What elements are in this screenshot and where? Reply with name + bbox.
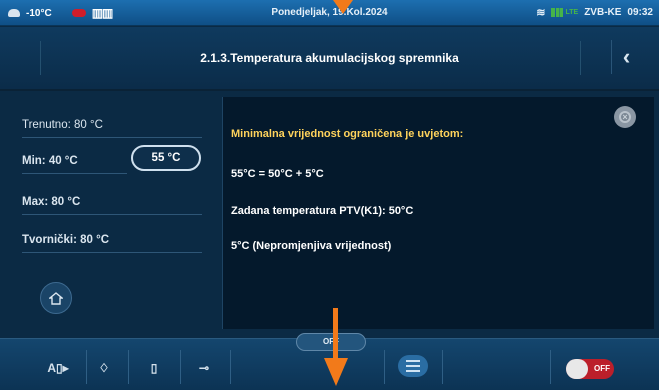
wifi-icon: ≋: [536, 7, 546, 19]
min-temperature: Min: 40 °C: [22, 155, 127, 174]
bottom-divider: [86, 350, 87, 384]
power-toggle[interactable]: OFF: [566, 359, 614, 379]
info-panel: × Minimalna vrijednost ograničena je uvj…: [222, 97, 654, 329]
current-temperature: Trenutno: 80 °C: [22, 119, 202, 138]
down-arrow-head: [324, 358, 348, 386]
menu-icon-line: [406, 370, 420, 372]
boiler-button[interactable]: ▯: [146, 350, 162, 386]
auto-mode-icon: A▯▸: [47, 361, 69, 375]
toggle-knob: [566, 359, 588, 379]
pump-button[interactable]: ⊸: [194, 350, 214, 386]
bottom-divider: [180, 350, 181, 384]
bottom-divider: [442, 350, 443, 384]
info-set-temperature: Zadana temperatura PTV(K1): 50°C: [231, 205, 414, 217]
flame-icon: ♢: [98, 361, 110, 375]
menu-icon: [406, 360, 420, 362]
toggle-label: OFF: [594, 364, 610, 373]
chevron-left-icon: ‹: [622, 44, 631, 69]
info-fixed-value: 5°C (Nepromjenjiva vrijednost): [231, 240, 392, 252]
bottom-divider: [230, 350, 231, 384]
auto-mode-button[interactable]: A▯▸: [40, 350, 76, 386]
bottom-divider: [128, 350, 129, 384]
lte-label: LTE: [565, 9, 579, 16]
menu-icon-line: [406, 365, 420, 367]
title-bar: 2.1.3.Temperatura akumulacijskog spremni…: [0, 27, 659, 91]
temperature-value-button[interactable]: 55 °C: [131, 145, 201, 171]
page-title: 2.1.3.Temperatura akumulacijskog spremni…: [200, 51, 459, 65]
boiler-icon: ▯: [150, 361, 158, 375]
info-formula: 55°C = 50°C + 5°C: [231, 168, 324, 180]
down-arrow-marker: [333, 308, 338, 360]
home-button[interactable]: [40, 282, 72, 314]
flame-button[interactable]: ♢: [94, 350, 114, 386]
network-name: ZVB-KE: [584, 7, 622, 18]
home-icon: [49, 291, 63, 305]
factory-temperature: Tvornički: 80 °C: [22, 234, 202, 253]
menu-button[interactable]: [398, 355, 428, 377]
info-heading: Minimalna vrijednost ograničena je uvjet…: [231, 128, 464, 140]
top-arrow-marker: [333, 0, 353, 14]
status-right: ≋ LTE ZVB-KE 09:32: [536, 6, 653, 19]
clock: 09:32: [627, 7, 653, 18]
pump-icon: ⊸: [198, 361, 210, 375]
max-temperature: Max: 80 °C: [22, 196, 202, 215]
close-icon: ×: [619, 111, 631, 123]
back-button[interactable]: ‹: [611, 40, 641, 74]
parameter-panel: Trenutno: 80 °C Min: 40 °C 55 °C Max: 80…: [0, 93, 222, 333]
close-button[interactable]: ×: [614, 106, 636, 128]
bottom-divider: [550, 350, 551, 384]
status-bar: -10°C ▥▥ Ponedjeljak, 19.Kol.2024 ≋ LTE …: [0, 0, 659, 26]
bottom-divider: [384, 350, 385, 384]
off-tab[interactable]: OFF: [296, 333, 366, 351]
signal-icon: [551, 8, 564, 17]
